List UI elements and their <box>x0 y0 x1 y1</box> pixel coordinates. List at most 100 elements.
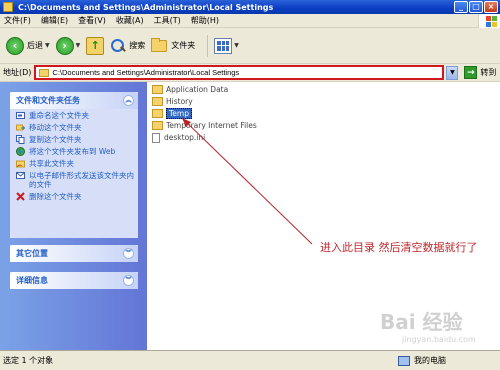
list-item[interactable]: desktop.ini <box>152 132 205 143</box>
address-label: 地址(D) <box>3 68 32 77</box>
forward-arrow-icon: › <box>55 36 74 55</box>
globe-icon <box>16 147 25 156</box>
window-title: C:\Documents and Settings\Administrator\… <box>18 2 274 12</box>
task-label: 以电子邮件形式发送该文件夹内的文件 <box>29 171 134 189</box>
status-text: 选定 1 个对象 <box>3 356 54 365</box>
maximize-button[interactable]: □ <box>469 1 483 13</box>
forward-button[interactable]: › ▼ <box>55 33 81 59</box>
chevron-down-icon[interactable]: ▼ <box>76 42 81 49</box>
toolbar-separator <box>207 34 209 57</box>
list-item[interactable]: Application Data <box>152 84 228 95</box>
back-arrow-icon: ‹ <box>6 36 24 55</box>
panel-header[interactable]: 详细信息 ︾ <box>10 272 138 289</box>
address-path: C:\Documents and Settings\Administrator\… <box>52 68 240 77</box>
task-label: 移动这个文件夹 <box>29 123 82 132</box>
task-delete[interactable]: 删除这个文件夹 <box>10 190 138 202</box>
file-name: Application Data <box>166 85 229 94</box>
menu-help[interactable]: 帮助(H) <box>191 15 219 26</box>
search-button[interactable]: 搜索 <box>110 33 145 59</box>
task-label: 复制这个文件夹 <box>29 135 82 144</box>
folder-icon <box>151 37 168 52</box>
task-share[interactable]: 共享此文件夹 <box>10 157 138 169</box>
address-bar: 地址(D) C:\Documents and Settings\Administ… <box>0 64 500 82</box>
file-name: Temporary Internet Files <box>166 121 257 130</box>
folder-icon <box>152 85 163 94</box>
menu-bar: 文件(F) 编辑(E) 查看(V) 收藏(A) 工具(T) 帮助(H) <box>0 14 500 28</box>
chevron-down-icon[interactable]: ▼ <box>45 42 50 49</box>
file-icon <box>152 132 160 143</box>
title-bar: C:\Documents and Settings\Administrator\… <box>0 0 500 14</box>
status-location: 我的电脑 <box>414 356 446 365</box>
expand-icon[interactable]: ︾ <box>123 275 134 286</box>
task-label: 重命名这个文件夹 <box>29 111 89 120</box>
task-copy[interactable]: 复制这个文件夹 <box>10 133 138 145</box>
folder-icon <box>39 69 50 77</box>
annotation-text: 进入此目录 然后清空数据就行了 <box>320 241 478 254</box>
address-dropdown-button[interactable]: ▼ <box>446 65 459 80</box>
file-folder-tasks-panel: 文件和文件夹任务 ︽ 重命名这个文件夹 移动这个文件夹 复制这个文件夹 将这个文… <box>10 92 138 238</box>
task-label: 将这个文件夹发布到 Web <box>29 147 116 156</box>
up-button[interactable]: ↑ <box>86 33 105 59</box>
panel-title: 其它位置 <box>16 249 48 258</box>
details-panel: 详细信息 ︾ <box>10 272 138 289</box>
watermark: Bai 经验 jingyan.baidu.com <box>380 306 476 344</box>
back-button[interactable]: ‹ 后退 ▼ <box>6 33 50 59</box>
menu-favorites[interactable]: 收藏(A) <box>116 15 144 26</box>
task-label: 删除这个文件夹 <box>29 192 82 201</box>
minimize-button[interactable]: _ <box>454 1 468 13</box>
folder-icon <box>3 2 13 12</box>
computer-icon <box>398 355 410 366</box>
copy-icon <box>16 135 25 144</box>
go-arrow-icon: → <box>464 66 478 79</box>
status-bar: 选定 1 个对象 我的电脑 <box>0 350 500 370</box>
menu-file[interactable]: 文件(F) <box>4 15 31 26</box>
share-folder-icon <box>16 160 25 168</box>
toolbar: ‹ 后退 ▼ › ▼ ↑ 搜索 文件夹 ▼ <box>0 28 500 64</box>
expand-icon[interactable]: ︾ <box>123 248 134 259</box>
search-icon <box>110 38 126 54</box>
back-label: 后退 <box>27 41 43 50</box>
file-name: History <box>166 97 193 106</box>
task-rename[interactable]: 重命名这个文件夹 <box>10 109 138 121</box>
task-pane: 文件和文件夹任务 ︽ 重命名这个文件夹 移动这个文件夹 复制这个文件夹 将这个文… <box>0 82 147 350</box>
folder-icon <box>152 97 163 106</box>
chevron-down-icon[interactable]: ▼ <box>234 42 239 49</box>
panel-title: 文件和文件夹任务 <box>16 96 80 105</box>
menu-view[interactable]: 查看(V) <box>78 15 106 26</box>
file-name: desktop.ini <box>164 133 206 142</box>
panel-header[interactable]: 其它位置 ︾ <box>10 245 138 262</box>
folders-button[interactable]: 文件夹 <box>151 33 195 59</box>
menu-edit[interactable]: 编辑(E) <box>41 15 68 26</box>
email-icon <box>16 172 25 179</box>
list-item-selected[interactable]: Temp <box>152 108 192 119</box>
task-move[interactable]: 移动这个文件夹 <box>10 121 138 133</box>
task-label: 共享此文件夹 <box>29 159 74 168</box>
folder-icon <box>152 109 163 118</box>
list-item[interactable]: Temporary Internet Files <box>152 120 257 131</box>
other-places-panel: 其它位置 ︾ <box>10 245 138 262</box>
panel-header[interactable]: 文件和文件夹任务 ︽ <box>10 92 138 109</box>
close-button[interactable]: × <box>484 1 498 13</box>
watermark-url: jingyan.baidu.com <box>402 335 476 344</box>
watermark-logo: Bai 经验 <box>380 310 463 334</box>
windows-logo-icon <box>478 14 500 28</box>
go-button[interactable]: → 转到 <box>464 66 496 79</box>
views-icon <box>214 37 233 54</box>
delete-icon <box>16 192 25 201</box>
list-item[interactable]: History <box>152 96 193 107</box>
rename-icon <box>16 112 25 119</box>
task-publish-web[interactable]: 将这个文件夹发布到 Web <box>10 145 138 157</box>
views-button[interactable]: ▼ <box>214 33 239 59</box>
search-label: 搜索 <box>129 41 146 50</box>
move-icon <box>16 124 25 131</box>
task-email[interactable]: 以电子邮件形式发送该文件夹内的文件 <box>10 169 138 190</box>
address-input[interactable]: C:\Documents and Settings\Administrator\… <box>34 65 445 80</box>
folder-icon <box>152 121 163 130</box>
panel-title: 详细信息 <box>16 276 48 285</box>
file-name: Temp <box>166 108 192 119</box>
go-label: 转到 <box>480 68 497 77</box>
folders-label: 文件夹 <box>171 41 196 50</box>
folder-up-icon: ↑ <box>86 36 105 55</box>
collapse-icon[interactable]: ︽ <box>123 95 134 106</box>
menu-tools[interactable]: 工具(T) <box>154 15 181 26</box>
